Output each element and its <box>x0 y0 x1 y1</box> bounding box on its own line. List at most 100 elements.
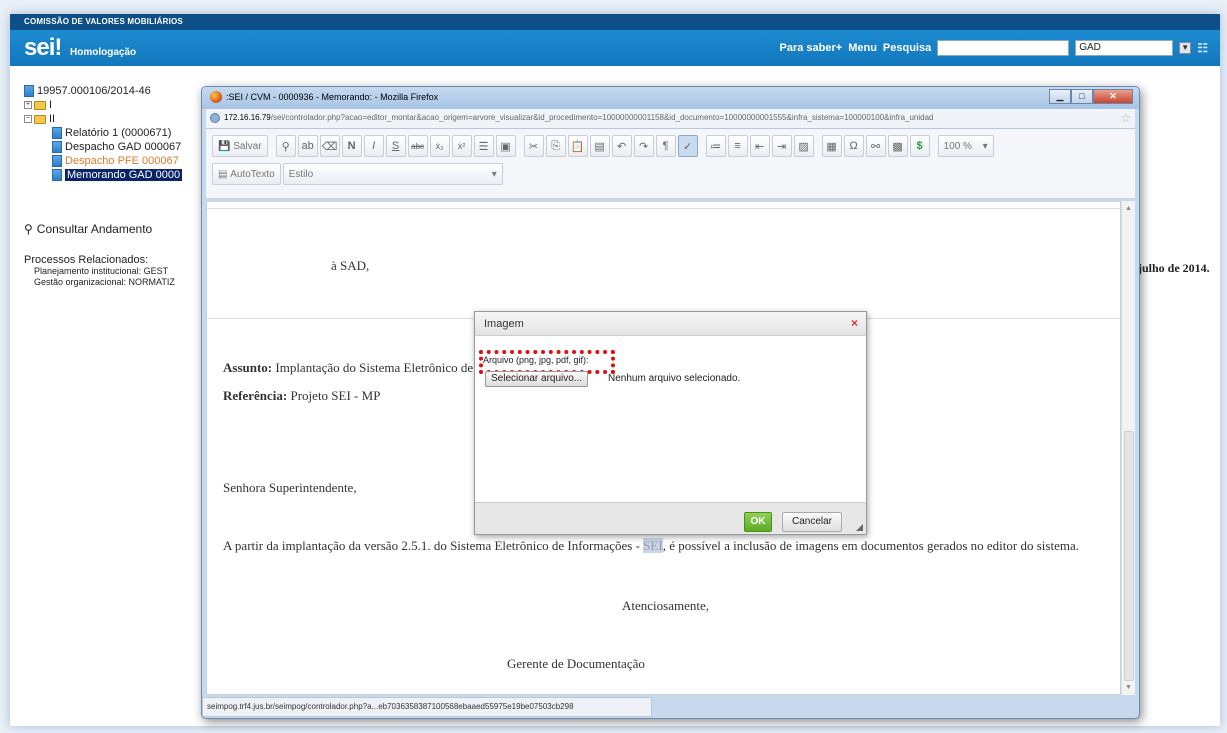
folder-label[interactable]: I <box>49 99 52 111</box>
pesquisa-link[interactable]: Pesquisa <box>883 42 931 54</box>
toolbar-row-2: ▤ AutoTexto Estilo ▾ <box>212 163 503 185</box>
editor-scrollbar[interactable]: ▲ ▼ <box>1121 201 1135 695</box>
paragraph-icon[interactable]: ¶ <box>655 135 676 157</box>
doc-recipient[interactable]: à SAD, <box>331 258 369 274</box>
superscript-icon[interactable]: ẋ² <box>451 135 472 157</box>
undo-icon[interactable]: ↶ <box>611 135 632 157</box>
list-style-icon[interactable]: ☰ <box>473 135 494 157</box>
table-icon[interactable]: ▦ <box>821 135 842 157</box>
scroll-up-icon[interactable]: ▲ <box>1125 205 1132 212</box>
cut-icon[interactable]: ✂ <box>523 135 544 157</box>
editor-toolbar: 💾 Salvar ⚲ ab ⌫ N I S abc ẋ₂ ẋ² ☰ ▣ ✂ ⎘ … <box>206 129 1135 199</box>
folder-open-icon <box>34 114 46 124</box>
replace-icon[interactable]: ab <box>297 135 318 157</box>
find-icon[interactable]: ⚲ <box>275 135 296 157</box>
chevron-down-icon: ▾ <box>491 168 497 180</box>
firefox-titlebar[interactable]: :SEI / CVM - 0000936 - Memorando: - Mozi… <box>202 87 1139 109</box>
scroll-down-icon[interactable]: ▼ <box>1125 684 1132 691</box>
tree-doc[interactable]: Relatório 1 (0000671) <box>24 126 182 140</box>
divider <box>207 208 1120 209</box>
paste-icon[interactable]: 📋 <box>567 135 588 157</box>
window-controls: ▁ □ ✕ <box>1049 89 1133 104</box>
italic-icon[interactable]: I <box>363 135 384 157</box>
doc-label[interactable]: Relatório 1 (0000671) <box>65 127 171 139</box>
menu-link[interactable]: Menu <box>848 42 877 54</box>
address-bar[interactable]: 172.16.16.79/sei/controlador.php?acao=ed… <box>206 109 1135 129</box>
related-item[interactable]: Planejamento institucional: GEST <box>24 266 175 277</box>
doc-signature[interactable]: Gerente de Documentação <box>507 656 645 672</box>
collapse-icon[interactable]: − <box>24 115 32 123</box>
doc-label[interactable]: Memorando GAD 0000 <box>65 169 183 181</box>
tree-doc[interactable]: Despacho PFE 000067 <box>24 154 182 168</box>
process-number[interactable]: 19957.000106/2014-46 <box>37 85 151 97</box>
document-icon <box>52 155 62 167</box>
tree-folder-2[interactable]: − II <box>24 112 182 126</box>
tree-doc-selected[interactable]: Memorando GAD 0000 <box>24 168 183 182</box>
doc-label[interactable]: Despacho GAD 000067 <box>65 141 181 153</box>
url-text[interactable]: 172.16.16.79/sei/controlador.php?acao=ed… <box>224 113 1104 122</box>
minimize-icon[interactable]: ▁ <box>1049 89 1071 104</box>
tree-doc[interactable]: Despacho GAD 000067 <box>24 140 182 154</box>
bookmark-star-icon[interactable]: ☆ <box>1120 111 1131 125</box>
doc-closing[interactable]: Atenciosamente, <box>622 598 709 614</box>
link-icon[interactable]: ⚯ <box>865 135 886 157</box>
save-button[interactable]: 💾 Salvar <box>212 135 268 157</box>
outdent-icon[interactable]: ⇤ <box>749 135 770 157</box>
para-saber-link[interactable]: Para saber+ <box>780 42 843 54</box>
underline-icon[interactable]: S <box>385 135 406 157</box>
consultar-label[interactable]: Consultar Andamento <box>37 222 152 236</box>
image-icon[interactable]: ▨ <box>793 135 814 157</box>
indent-icon[interactable]: ⇥ <box>771 135 792 157</box>
environment-label: Homologação <box>70 47 137 58</box>
zoom-select[interactable]: 100 % ▾ <box>937 135 994 157</box>
related-item[interactable]: Gestão organizacional: NORMATIZ <box>24 277 175 288</box>
maximize-icon[interactable]: □ <box>1071 89 1093 104</box>
expand-icon[interactable]: + <box>24 101 32 109</box>
tree-folder-1[interactable]: + I <box>24 98 182 112</box>
site-identity-icon[interactable] <box>210 113 220 123</box>
doc-referencia[interactable]: Referência: Projeto SEI - MP <box>223 388 380 404</box>
insert-image-icon[interactable]: ▩ <box>887 135 908 157</box>
tree-process[interactable]: 19957.000106/2014-46 <box>24 84 182 98</box>
unit-dropdown-arrow-icon[interactable]: ▼ <box>1179 42 1192 54</box>
grid-icon[interactable]: ☷ <box>1197 41 1208 55</box>
numbered-list-icon[interactable]: ≔ <box>705 135 726 157</box>
bold-icon[interactable]: N <box>341 135 362 157</box>
subscript-icon[interactable]: ẋ₂ <box>429 135 450 157</box>
style-select[interactable]: Estilo ▾ <box>282 163 503 185</box>
bullet-list-icon[interactable]: ≡ <box>727 135 748 157</box>
close-window-icon[interactable]: ✕ <box>1093 89 1133 104</box>
doc-label[interactable]: Despacho PFE 000067 <box>65 155 179 167</box>
copy-icon[interactable]: ⎘ <box>545 135 566 157</box>
dollar-icon[interactable]: $ <box>909 135 930 157</box>
image-dialog: Imagem × Arquivo (png, jpg, pdf, gif): S… <box>474 311 867 535</box>
redo-icon[interactable]: ↷ <box>633 135 654 157</box>
special-char-icon[interactable]: Ω <box>843 135 864 157</box>
consultar-andamento-link[interactable]: ⚲ Consultar Andamento <box>24 222 152 236</box>
resize-grip-icon[interactable] <box>856 524 863 531</box>
dialog-header[interactable]: Imagem × <box>475 312 866 336</box>
org-banner: COMISSÃO DE VALORES MOBILIÁRIOS <box>10 14 1220 30</box>
process-icon <box>24 85 34 97</box>
format-icon[interactable]: ▣ <box>495 135 516 157</box>
unit-select[interactable]: GAD <box>1075 40 1174 56</box>
autotexto-button[interactable]: ▤ AutoTexto <box>212 163 281 185</box>
select-file-button[interactable]: Selecionar arquivo... <box>485 371 589 387</box>
spellcheck-icon[interactable]: ✓ <box>677 135 698 157</box>
doc-assunto[interactable]: Assunto: Implantação do Sistema Eletrôni… <box>223 360 473 376</box>
document-icon <box>52 141 62 153</box>
strikethrough-icon[interactable]: abc <box>407 135 428 157</box>
close-icon[interactable]: × <box>851 316 858 330</box>
doc-greeting[interactable]: Senhora Superintendente, <box>223 480 357 496</box>
cancel-button[interactable]: Cancelar <box>782 512 842 532</box>
paste-text-icon[interactable]: ▤ <box>589 135 610 157</box>
ok-button[interactable]: OK <box>744 512 772 532</box>
eraser-icon[interactable]: ⌫ <box>319 135 340 157</box>
folder-label[interactable]: II <box>49 113 55 125</box>
chevron-down-icon: ▾ <box>982 140 988 152</box>
scroll-thumb[interactable] <box>1124 431 1134 681</box>
sei-logo[interactable]: sei! <box>24 34 62 62</box>
search-input[interactable] <box>937 40 1070 56</box>
doc-body[interactable]: A partir da implantação da versão 2.5.1.… <box>223 538 1079 554</box>
dialog-footer: OK Cancelar <box>475 502 866 534</box>
